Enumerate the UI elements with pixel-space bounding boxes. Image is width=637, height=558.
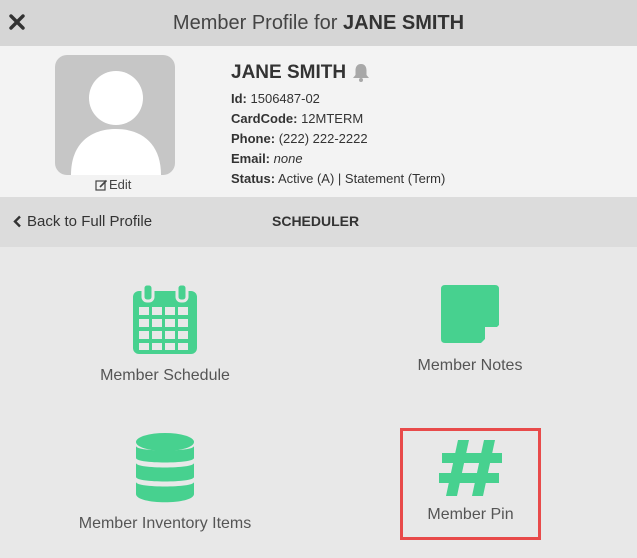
profile-panel: Edit JANE SMITH Id: 1506487-02 CardCode:…: [0, 46, 637, 197]
member-name: JANE SMITH: [231, 62, 347, 83]
cardcode-row: CardCode: 12MTERM: [231, 111, 364, 126]
member-details: Id: 1506487-02 CardCode: 12MTERM Phone: …: [231, 89, 445, 189]
page-title: Member Profile for JANE SMITH: [172, 11, 465, 34]
chevron-left-icon: [13, 215, 21, 228]
modal-header: Member Profile for JANE SMITH: [0, 0, 637, 46]
tile-label: Member Notes: [417, 357, 523, 374]
edit-avatar-link[interactable]: Edit: [95, 177, 131, 192]
hashtag-icon: [438, 440, 502, 496]
section-nav: Back to Full Profile SCHEDULER: [0, 197, 637, 247]
email-row: Email: none: [231, 151, 303, 166]
back-to-profile-link[interactable]: Back to Full Profile: [13, 213, 152, 230]
section-title: SCHEDULER: [272, 213, 360, 229]
sticky-note-icon: [441, 285, 499, 343]
member-schedule-tile[interactable]: Member Schedule: [65, 283, 265, 385]
avatar: [55, 55, 175, 175]
edit-label: Edit: [109, 177, 132, 192]
member-inventory-tile[interactable]: Member Inventory Items: [65, 432, 265, 533]
database-icon: [136, 433, 194, 503]
close-button[interactable]: [4, 8, 30, 36]
close-icon: [9, 14, 25, 30]
id-row: Id: 1506487-02: [231, 91, 320, 106]
tile-label: Member Inventory Items: [78, 515, 252, 532]
bell-icon[interactable]: [352, 63, 370, 83]
tile-label: Member Pin: [427, 506, 514, 523]
member-pin-tile[interactable]: Member Pin: [400, 428, 541, 540]
calendar-icon: [133, 283, 197, 354]
edit-icon: [95, 179, 108, 191]
member-notes-tile[interactable]: Member Notes: [370, 283, 570, 375]
user-silhouette-icon: [71, 71, 161, 175]
phone-row: Phone: (222) 222-2222: [231, 131, 368, 146]
tile-label: Member Schedule: [100, 367, 230, 384]
status-row: Status: Active (A) | Statement (Term): [231, 171, 446, 186]
